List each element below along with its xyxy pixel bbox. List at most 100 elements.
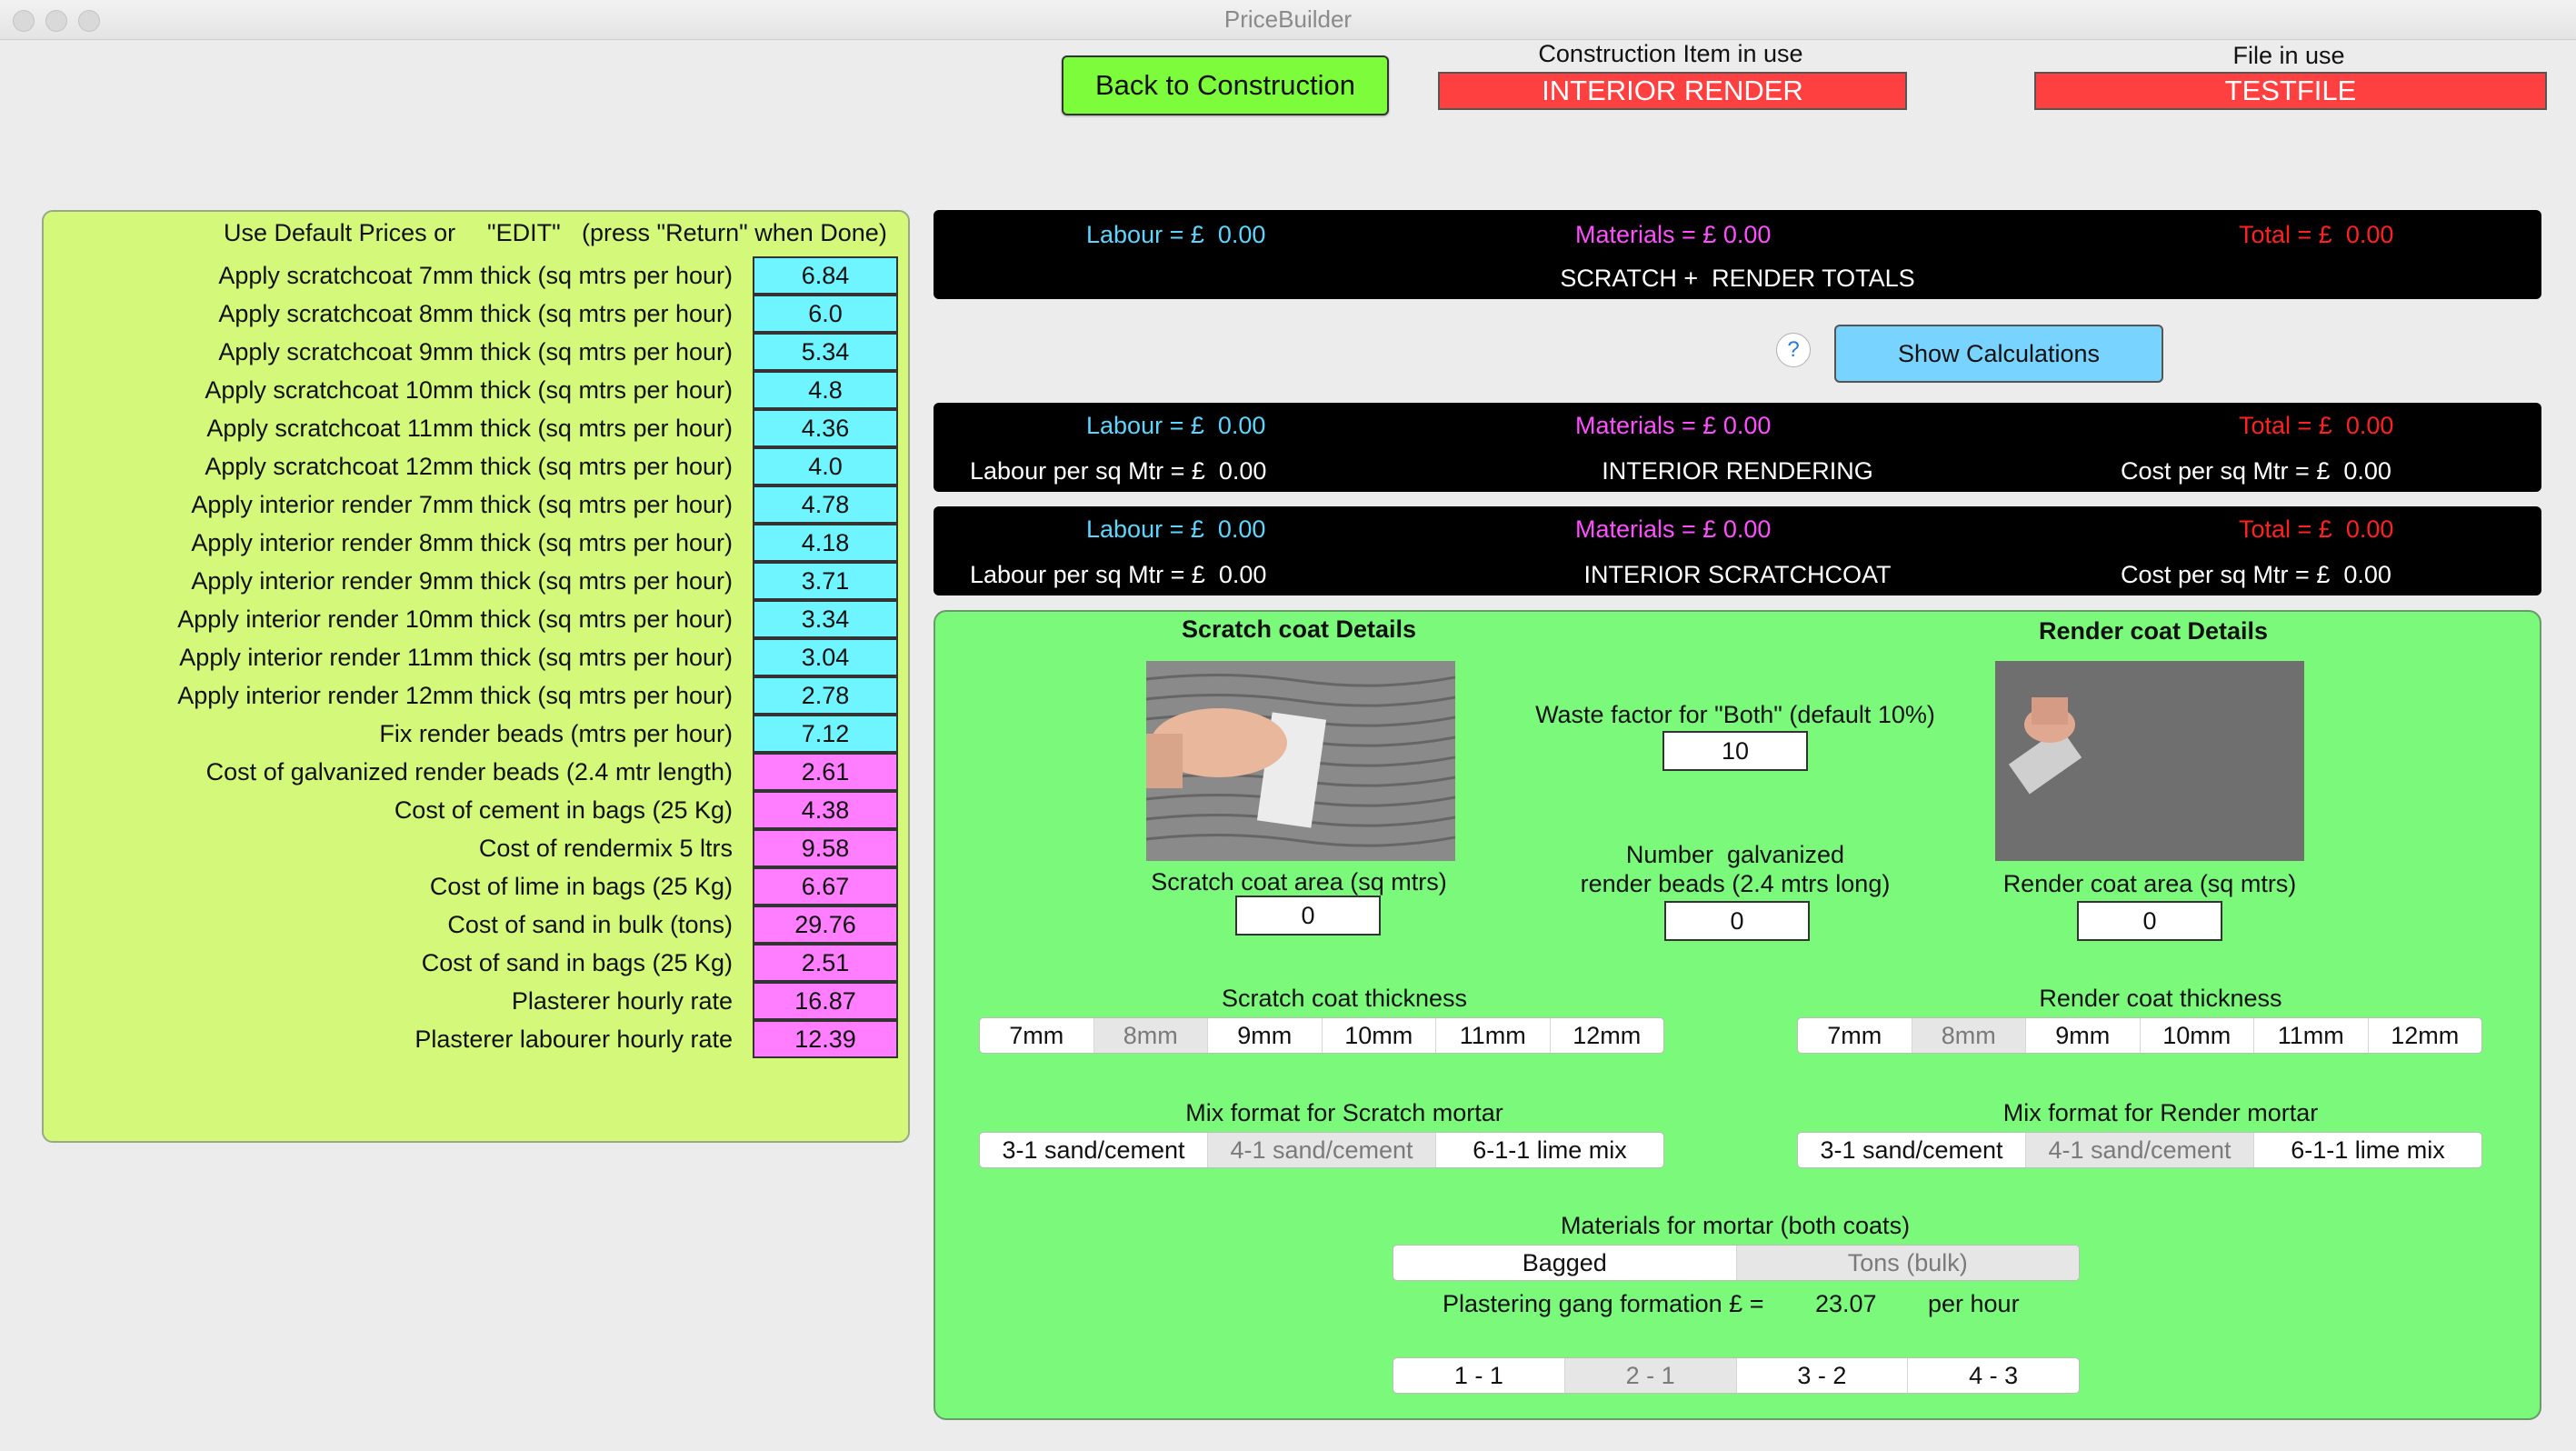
- construction-item-label: Construction Item in use: [1538, 40, 1803, 67]
- price-row-label: Apply scratchcoat 8mm thick (sq mtrs per…: [218, 300, 733, 327]
- scratch-area-label: Scratch coat area (sq mtrs): [1151, 868, 1447, 896]
- scratch-thickness-option[interactable]: 8mm: [1093, 1018, 1208, 1053]
- price-row-label: Apply scratchcoat 9mm thick (sq mtrs per…: [218, 338, 733, 365]
- price-row-input[interactable]: 3.71: [753, 562, 898, 600]
- materials-option[interactable]: Bagged: [1393, 1246, 1737, 1280]
- gang-option[interactable]: 3 - 2: [1737, 1358, 1909, 1393]
- scratch-thickness-selector[interactable]: 7mm 8mm 9mm 10mm 11mm 12mm: [979, 1017, 1664, 1054]
- render-thickness-option[interactable]: 12mm: [2369, 1018, 2482, 1053]
- title-bar: PriceBuilder: [0, 0, 2576, 40]
- render-area-label: Render coat area (sq mtrs): [2002, 870, 2297, 897]
- price-row-label: Cost of galvanized render beads (2.4 mtr…: [205, 758, 733, 786]
- price-row-input[interactable]: 12.39: [753, 1020, 898, 1058]
- gang-option[interactable]: 4 - 3: [1908, 1358, 2079, 1393]
- scratch-materials-total: Materials = £ 0.00: [1575, 515, 1772, 543]
- price-row-input[interactable]: 9.58: [753, 829, 898, 867]
- price-row-input[interactable]: 2.61: [753, 753, 898, 791]
- render-coat-details-title: Render coat Details: [2038, 617, 2269, 645]
- price-row-label: Apply interior render 12mm thick (sq mtr…: [177, 682, 733, 709]
- price-row-label: Fix render beads (mtrs per hour): [379, 720, 733, 747]
- gang-formation-selector[interactable]: 1 - 12 - 13 - 24 - 3: [1393, 1357, 2080, 1394]
- scratch-mix-option[interactable]: 4-1 sand/cement: [1208, 1133, 1436, 1167]
- price-row-input[interactable]: 29.76: [753, 906, 898, 944]
- scratch-thickness-option[interactable]: 9mm: [1208, 1018, 1323, 1053]
- render-mix-option[interactable]: 3-1 sand/cement: [1798, 1133, 2026, 1167]
- price-row-input[interactable]: 4.36: [753, 409, 898, 447]
- price-row-input[interactable]: 6.84: [753, 256, 898, 295]
- price-row-input[interactable]: 3.04: [753, 638, 898, 676]
- price-row-input[interactable]: 7.12: [753, 715, 898, 753]
- price-row-label: Plasterer labourer hourly rate: [414, 1026, 733, 1053]
- render-thickness-option[interactable]: 11mm: [2254, 1018, 2369, 1053]
- render-thickness-selector[interactable]: 7mm 8mm 9mm 10mm 11mm 12mm: [1797, 1017, 2482, 1054]
- scratch-thickness-option[interactable]: 11mm: [1436, 1018, 1551, 1053]
- price-row-input[interactable]: 4.0: [753, 447, 898, 485]
- price-row-input[interactable]: 3.34: [753, 600, 898, 638]
- price-row-input[interactable]: 4.18: [753, 524, 898, 562]
- scratch-mix-selector[interactable]: 3-1 sand/cement 4-1 sand/cement 6-1-1 lime…: [979, 1132, 1664, 1168]
- price-row-input[interactable]: 6.0: [753, 295, 898, 333]
- file-in-use-field: TESTFILE: [2034, 72, 2547, 110]
- interior-rendering-panel: Labour = £ 0.00 Materials = £ 0.00 Total…: [934, 403, 2541, 492]
- render-thickness-option[interactable]: 10mm: [2141, 1018, 2254, 1053]
- scratch-thickness-option[interactable]: 12mm: [1551, 1018, 1664, 1053]
- render-thickness-option[interactable]: 8mm: [1912, 1018, 2026, 1053]
- price-row-label: Cost of sand in bulk (tons): [447, 911, 733, 938]
- materials-selector[interactable]: Bagged Tons (bulk): [1393, 1245, 2080, 1281]
- render-thickness-option[interactable]: 9mm: [2026, 1018, 2141, 1053]
- price-row-label: Cost of cement in bags (25 Kg): [394, 796, 733, 824]
- gang-option[interactable]: 2 - 1: [1564, 1358, 1737, 1393]
- prices-edit-text[interactable]: "EDIT": [487, 219, 561, 247]
- prices-header-hint: (press "Return" when Done): [582, 219, 887, 246]
- render-coat-photo: [1995, 661, 2304, 861]
- scratch-mix-option[interactable]: 6-1-1 lime mix: [1436, 1133, 1663, 1167]
- back-to-construction-button[interactable]: Back to Construction: [1062, 55, 1389, 115]
- price-row-label: Apply interior render 10mm thick (sq mtr…: [177, 605, 733, 633]
- render-mix-option[interactable]: 4-1 sand/cement: [2026, 1133, 2254, 1167]
- gang-formation-unit: per hour: [1928, 1290, 2020, 1317]
- render-mix-option[interactable]: 6-1-1 lime mix: [2254, 1133, 2481, 1167]
- render-mix-selector[interactable]: 3-1 sand/cement 4-1 sand/cement 6-1-1 lime…: [1797, 1132, 2482, 1168]
- render-thickness-label: Render coat thickness: [2039, 985, 2282, 1012]
- materials-label: Materials for mortar (both coats): [1560, 1212, 1911, 1239]
- render-area-input[interactable]: 0: [2077, 901, 2222, 941]
- beads-count-input[interactable]: 0: [1664, 901, 1810, 941]
- show-calculations-button[interactable]: Show Calculations: [1834, 325, 2163, 383]
- price-row-input[interactable]: 2.78: [753, 676, 898, 715]
- render-cost-per-sq: Cost per sq Mtr = £ 0.00: [2121, 457, 2391, 485]
- render-labour-total: Labour = £ 0.00: [1086, 412, 1266, 439]
- scratch-mix-label: Mix format for Scratch mortar: [1185, 1099, 1503, 1126]
- render-materials-total: Materials = £ 0.00: [1575, 412, 1772, 439]
- scratch-thickness-option[interactable]: 10mm: [1323, 1018, 1436, 1053]
- scratch-thickness-option[interactable]: 7mm: [980, 1018, 1094, 1053]
- price-row-label: Apply interior render 11mm thick (sq mtr…: [179, 644, 733, 671]
- price-row-label: Cost of lime in bags (25 Kg): [429, 873, 733, 900]
- price-row-input[interactable]: 4.38: [753, 791, 898, 829]
- price-row-input[interactable]: 5.34: [753, 333, 898, 371]
- gang-option[interactable]: 1 - 1: [1393, 1358, 1565, 1393]
- price-row-label: Apply scratchcoat 10mm thick (sq mtrs pe…: [205, 376, 733, 404]
- price-row-input[interactable]: 6.67: [753, 867, 898, 906]
- render-thickness-option[interactable]: 7mm: [1798, 1018, 1912, 1053]
- help-icon[interactable]: ?: [1776, 333, 1811, 367]
- scratch-area-input[interactable]: 0: [1235, 896, 1381, 936]
- price-row-label: Apply interior render 7mm thick (sq mtrs…: [191, 491, 733, 518]
- price-row-input[interactable]: 16.87: [753, 982, 898, 1020]
- scratch-coat-photo: [1146, 661, 1455, 861]
- beads-label-line2: render beads (2.4 mtrs long): [1580, 870, 1891, 897]
- scratch-mix-option[interactable]: 3-1 sand/cement: [980, 1133, 1208, 1167]
- default-prices-panel: Use Default Prices or "EDIT" (press "Ret…: [42, 210, 910, 1143]
- combined-totals-panel: Labour = £ 0.00 Materials = £ 0.00 Total…: [934, 210, 2541, 299]
- gang-formation-label: Plastering gang formation £ =: [1443, 1290, 1764, 1317]
- combined-labour-total: Labour = £ 0.00: [1086, 221, 1266, 248]
- price-row-input[interactable]: 4.78: [753, 485, 898, 524]
- render-grand-total: Total = £ 0.00: [2239, 412, 2394, 439]
- price-row-label: Cost of rendermix 5 ltrs: [478, 835, 733, 862]
- gang-formation-value: 23.07: [1815, 1290, 1877, 1317]
- waste-factor-input[interactable]: 10: [1662, 731, 1808, 771]
- render-mix-label: Mix format for Render mortar: [2002, 1099, 2319, 1126]
- price-row-input[interactable]: 4.8: [753, 371, 898, 409]
- price-row-input[interactable]: 2.51: [753, 944, 898, 982]
- materials-option[interactable]: Tons (bulk): [1736, 1246, 2079, 1280]
- waste-factor-label: Waste factor for "Both" (default 10%): [1535, 701, 1935, 728]
